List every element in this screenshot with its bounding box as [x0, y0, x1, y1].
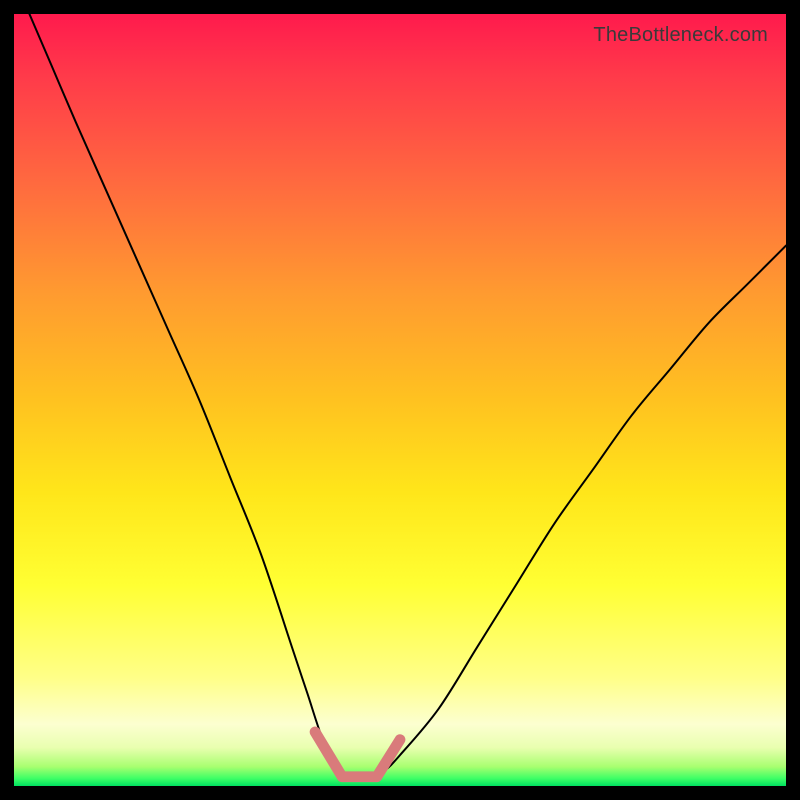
chart-frame: TheBottleneck.com [0, 0, 800, 800]
chart-svg [14, 14, 786, 786]
bottleneck-curve [29, 14, 786, 779]
attribution-label: TheBottleneck.com [593, 24, 768, 47]
trough-marker [315, 732, 400, 777]
plot-area: TheBottleneck.com [14, 14, 786, 786]
